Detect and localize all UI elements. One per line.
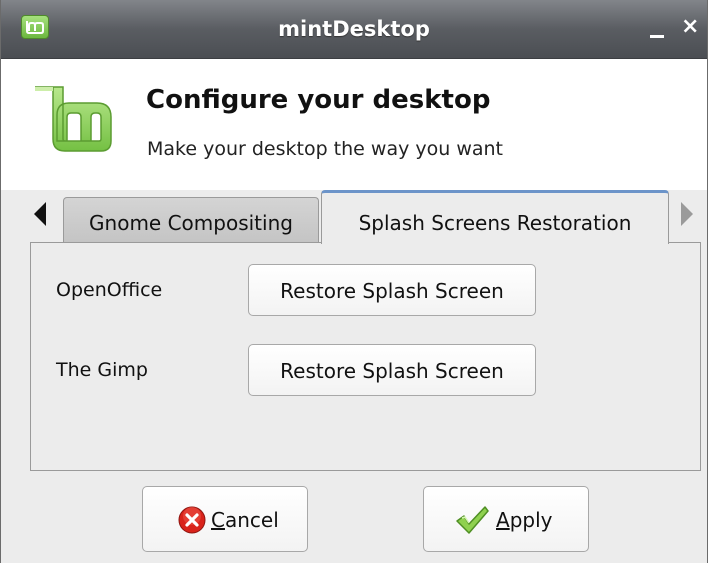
cancel-icon <box>178 506 206 534</box>
mintdesktop-window: mintDesktop × Configure your desktop Mak… <box>0 0 708 563</box>
title-bar[interactable]: mintDesktop × <box>1 0 707 59</box>
page-subtitle: Make your desktop the way you want <box>147 138 503 160</box>
restore-gimp-splash-button[interactable]: Restore Splash Screen <box>248 344 536 396</box>
tab-scroll-right-icon[interactable] <box>681 202 693 226</box>
tab-scroll-left-icon[interactable] <box>34 202 46 226</box>
tab-splash-screens-restoration[interactable]: Splash Screens Restoration <box>321 190 669 244</box>
apply-button[interactable]: Apply <box>423 486 589 552</box>
page-title: Configure your desktop <box>146 85 491 115</box>
restore-openoffice-splash-button[interactable]: Restore Splash Screen <box>248 264 536 316</box>
tab-gnome-compositing[interactable]: Gnome Compositing <box>63 197 319 243</box>
window-bottom-edge <box>1 558 707 563</box>
openoffice-label: OpenOffice <box>56 279 163 301</box>
cancel-label: Cancel <box>211 508 279 532</box>
header-banner: Configure your desktop Make your desktop… <box>1 59 707 190</box>
linux-mint-logo-icon <box>31 81 123 171</box>
minimize-button[interactable] <box>650 24 666 40</box>
apply-label: Apply <box>496 508 553 532</box>
window-title: mintDesktop <box>278 17 430 41</box>
cancel-button[interactable]: Cancel <box>142 486 308 552</box>
close-icon[interactable]: × <box>681 16 701 38</box>
the-gimp-label: The Gimp <box>56 359 148 381</box>
checkmark-icon <box>454 504 490 536</box>
